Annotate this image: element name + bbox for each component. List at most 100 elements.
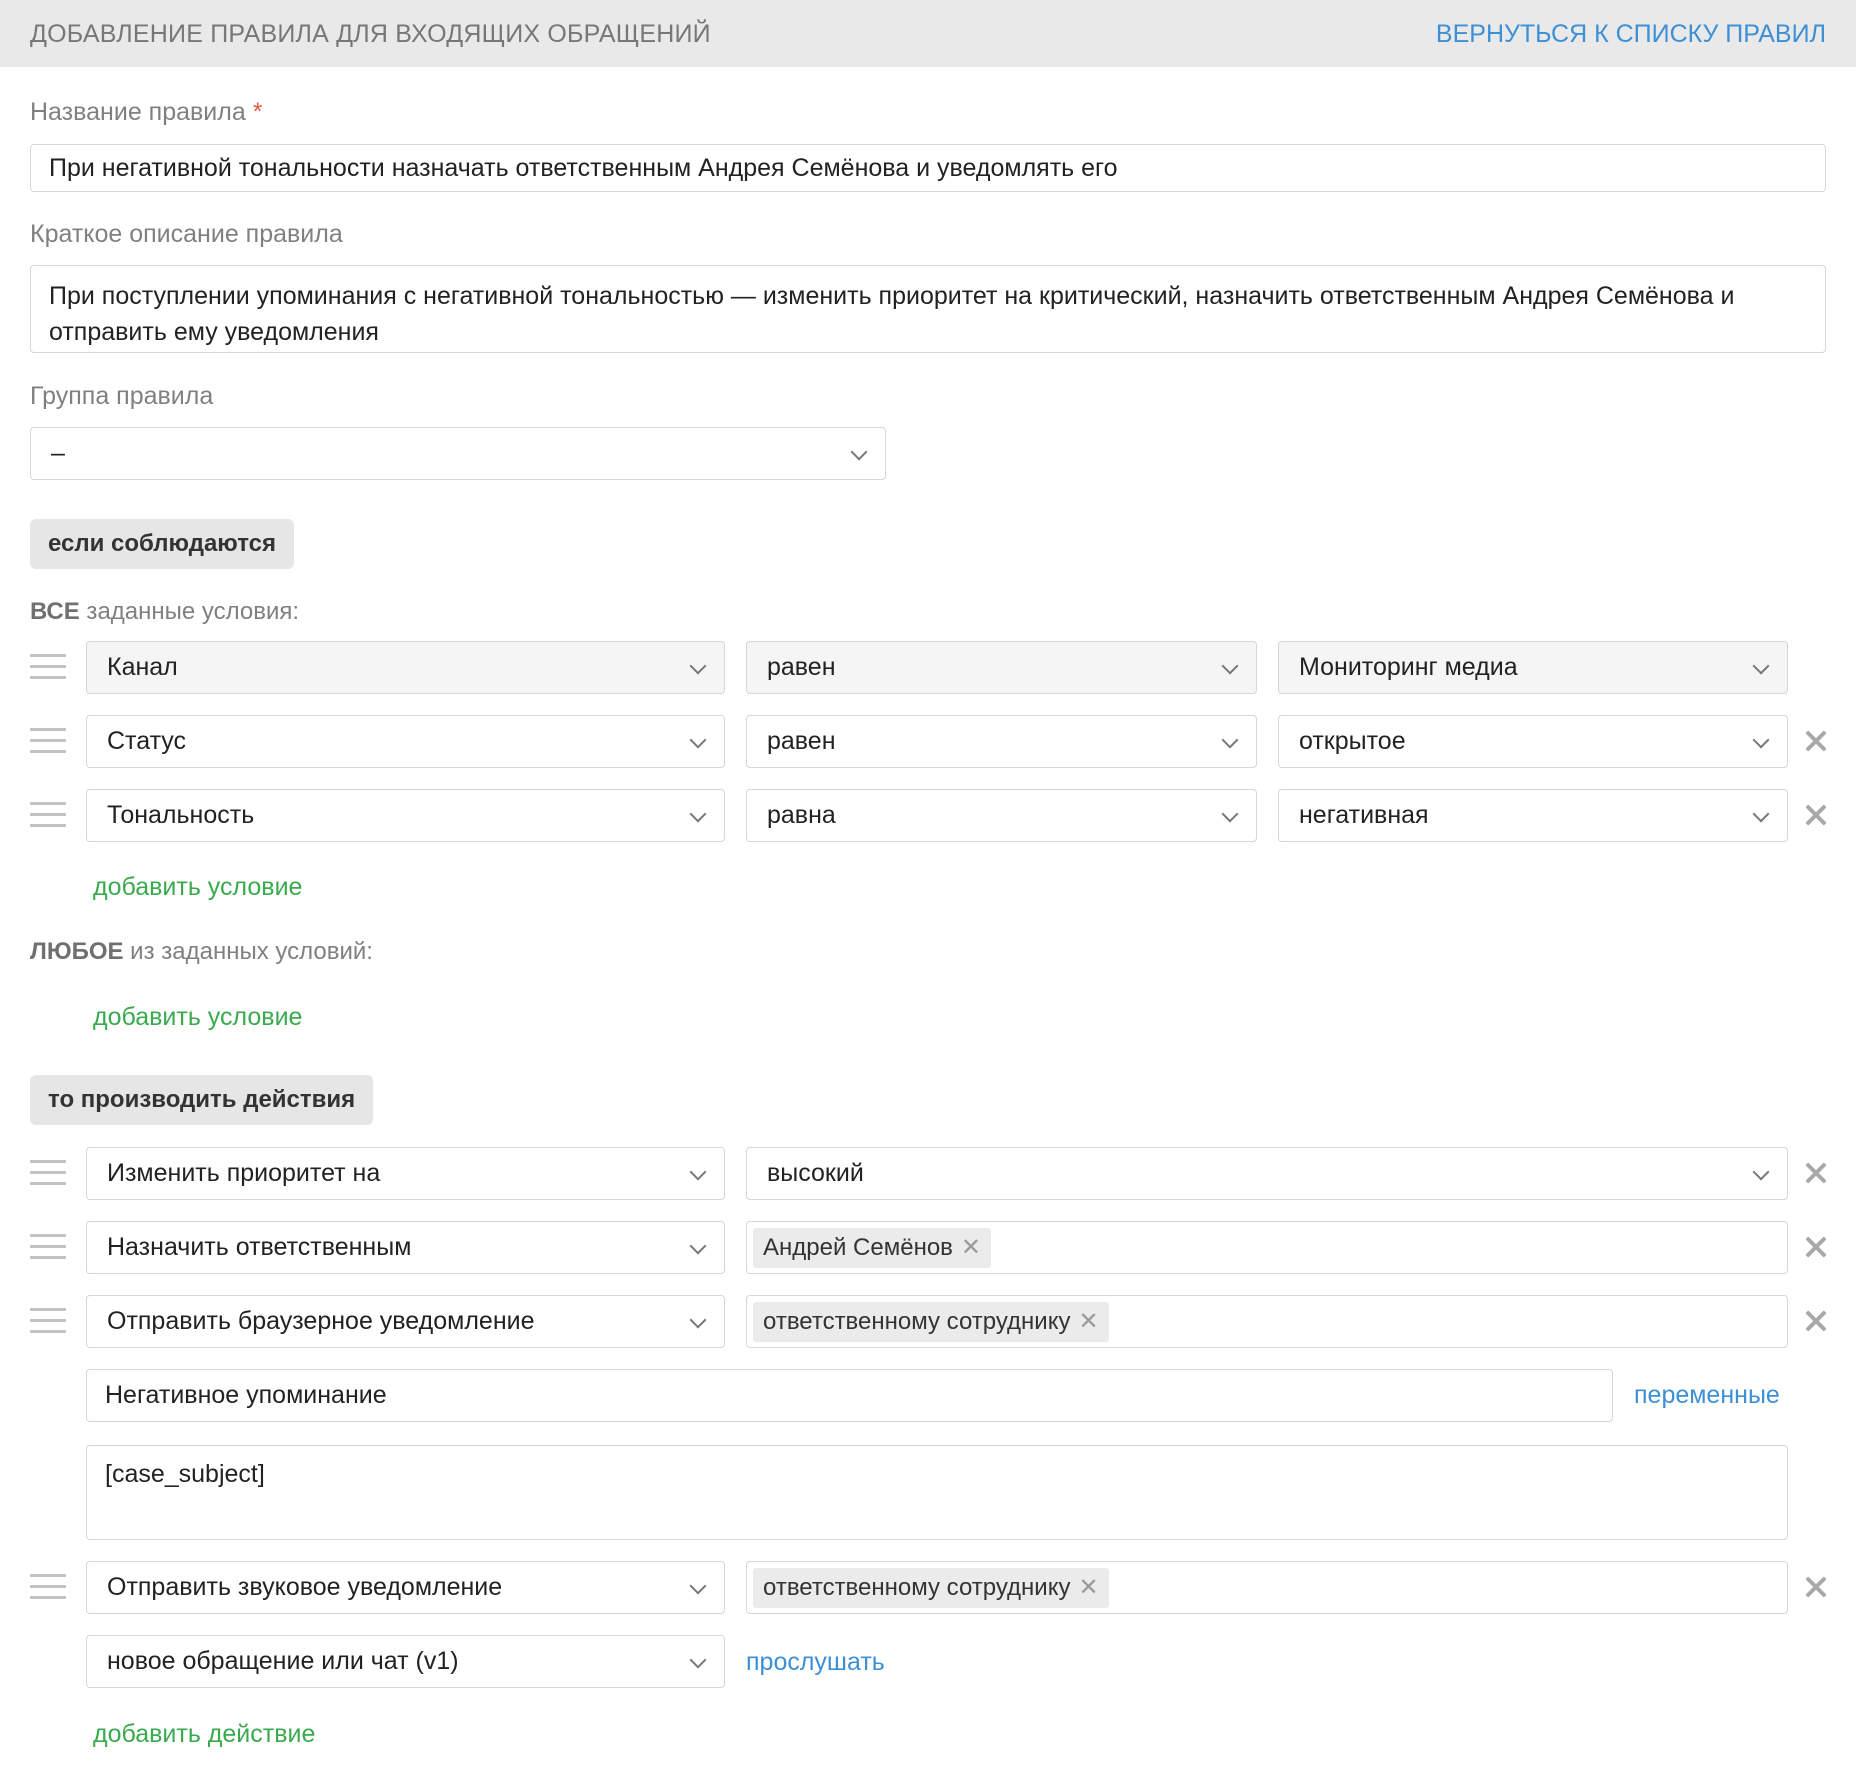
chevron-down-icon [1752, 805, 1770, 822]
rule-group-select[interactable]: – [30, 427, 886, 480]
browser-notify-recipients-input[interactable]: ответственному сотруднику ✕ [746, 1295, 1788, 1348]
condition-field-value: Статус [107, 727, 187, 755]
remove-action-icon[interactable] [1803, 1308, 1829, 1334]
chevron-down-icon [689, 1237, 707, 1254]
rule-name-label-text: Название правила [30, 98, 246, 126]
priority-select[interactable]: высокий [746, 1147, 1788, 1200]
listen-link[interactable]: прослушать [746, 1648, 885, 1677]
rule-group-label: Группа правила [30, 382, 214, 410]
action-type-value: Изменить приоритет на [107, 1159, 381, 1187]
chevron-down-icon [1221, 805, 1239, 822]
condition-operator-value: равен [767, 653, 836, 681]
any-conditions-text: из заданных условий: [123, 938, 373, 965]
rule-name-label: Название правила * [30, 98, 262, 127]
condition-value-value: открытое [1299, 727, 1406, 755]
chevron-down-icon [689, 1311, 707, 1328]
chevron-down-icon [689, 657, 707, 674]
condition-field-select[interactable]: Статус [86, 715, 725, 768]
remove-action-icon[interactable] [1803, 1234, 1829, 1260]
action-type-value: Назначить ответственным [107, 1233, 412, 1261]
conditions-section-header: если соблюдаются [30, 519, 294, 569]
remove-tag-icon[interactable]: ✕ [961, 1233, 981, 1262]
back-to-rules-link[interactable]: ВЕРНУТЬСЯ К СПИСКУ ПРАВИЛ [1436, 20, 1826, 49]
recipient-tag-label: ответственному сотруднику [763, 1307, 1071, 1335]
all-keyword: ВСЕ [30, 598, 80, 625]
chevron-down-icon [1221, 731, 1239, 748]
action-type-select[interactable]: Изменить приоритет на [86, 1147, 725, 1200]
drag-handle-icon[interactable] [30, 1308, 66, 1336]
action-type-value: Отправить браузерное уведомление [107, 1307, 535, 1335]
recipient-tag: ответственному сотруднику ✕ [753, 1567, 1109, 1608]
all-conditions-text: заданные условия: [79, 598, 300, 625]
chevron-down-icon [689, 1651, 707, 1668]
priority-value: высокий [767, 1159, 864, 1187]
rule-description-label: Краткое описание правила [30, 220, 343, 248]
remove-condition-icon[interactable] [1803, 802, 1829, 828]
recipient-tag-label: ответственному сотруднику [763, 1573, 1071, 1601]
chevron-down-icon [1752, 657, 1770, 674]
rule-editor-page: ДОБАВЛЕНИЕ ПРАВИЛА ДЛЯ ВХОДЯЩИХ ОБРАЩЕНИ… [0, 0, 1856, 1780]
variables-link[interactable]: переменные [1634, 1381, 1780, 1410]
sound-select[interactable]: новое обращение или чат (v1) [86, 1635, 725, 1688]
remove-action-icon[interactable] [1803, 1160, 1829, 1186]
condition-value-value: негативная [1299, 801, 1429, 829]
action-type-select[interactable]: Отправить звуковое уведомление [86, 1561, 725, 1614]
any-keyword: ЛЮБОЕ [30, 938, 124, 965]
action-type-value: Отправить звуковое уведомление [107, 1573, 503, 1601]
sound-value: новое обращение или чат (v1) [107, 1647, 459, 1675]
recipient-tag: ответственному сотруднику ✕ [753, 1301, 1109, 1342]
action-type-select[interactable]: Отправить браузерное уведомление [86, 1295, 725, 1348]
condition-value-value: Мониторинг медиа [1299, 653, 1518, 681]
drag-handle-icon[interactable] [30, 1160, 66, 1188]
chevron-down-icon [1221, 657, 1239, 674]
chevron-down-icon [689, 1577, 707, 1594]
assignee-tag: Андрей Семёнов ✕ [753, 1227, 992, 1268]
all-conditions-label: ВСЕ заданные условия: [30, 598, 299, 626]
condition-operator-select[interactable]: равна [746, 789, 1257, 842]
remove-tag-icon[interactable]: ✕ [1078, 1307, 1098, 1336]
drag-handle-icon[interactable] [30, 1234, 66, 1262]
remove-action-icon[interactable] [1803, 1574, 1829, 1600]
notification-title-value: Негативное упоминание [105, 1381, 387, 1409]
drag-handle-icon[interactable] [30, 728, 66, 756]
drag-handle-icon[interactable] [30, 802, 66, 830]
any-conditions-label: ЛЮБОЕ из заданных условий: [30, 938, 373, 966]
condition-operator-value: равна [767, 801, 836, 829]
rule-group-value: – [51, 439, 65, 467]
condition-field-select[interactable]: Канал [86, 641, 725, 694]
sound-notify-recipients-input[interactable]: ответственному сотруднику ✕ [746, 1561, 1788, 1614]
required-marker: * [252, 98, 263, 126]
condition-value-select[interactable]: Мониторинг медиа [1278, 641, 1788, 694]
rule-description-value: При поступлении упоминания с негативной … [49, 282, 1735, 346]
condition-operator-select[interactable]: равен [746, 715, 1257, 768]
chevron-down-icon [850, 443, 868, 460]
condition-operator-select[interactable]: равен [746, 641, 1257, 694]
assignee-tag-label: Андрей Семёнов [763, 1233, 953, 1261]
chevron-down-icon [689, 1163, 707, 1180]
remove-tag-icon[interactable]: ✕ [1078, 1573, 1098, 1602]
remove-condition-icon[interactable] [1803, 728, 1829, 754]
notification-body-value: [case_subject] [105, 1460, 265, 1488]
page-header: ДОБАВЛЕНИЕ ПРАВИЛА ДЛЯ ВХОДЯЩИХ ОБРАЩЕНИ… [0, 0, 1856, 67]
rule-description-textarea[interactable]: При поступлении упоминания с негативной … [30, 265, 1826, 353]
chevron-down-icon [1752, 1163, 1770, 1180]
notification-body-textarea[interactable]: [case_subject] [86, 1445, 1788, 1540]
action-type-select[interactable]: Назначить ответственным [86, 1221, 725, 1274]
rule-name-value: При негативной тональности назначать отв… [49, 153, 1118, 182]
assignee-tags-input[interactable]: Андрей Семёнов ✕ [746, 1221, 1788, 1274]
drag-handle-icon[interactable] [30, 1574, 66, 1602]
condition-field-select[interactable]: Тональность [86, 789, 725, 842]
drag-handle-icon[interactable] [30, 654, 66, 682]
add-condition-any-link[interactable]: добавить условие [93, 1003, 302, 1032]
condition-field-value: Канал [107, 653, 178, 681]
add-action-link[interactable]: добавить действие [93, 1720, 315, 1749]
rule-name-input[interactable]: При негативной тональности назначать отв… [30, 144, 1826, 192]
condition-value-select[interactable]: открытое [1278, 715, 1788, 768]
chevron-down-icon [689, 731, 707, 748]
condition-field-value: Тональность [107, 801, 255, 829]
condition-value-select[interactable]: негативная [1278, 789, 1788, 842]
actions-section-header: то производить действия [30, 1075, 374, 1125]
page-title: ДОБАВЛЕНИЕ ПРАВИЛА ДЛЯ ВХОДЯЩИХ ОБРАЩЕНИ… [30, 20, 711, 48]
notification-title-input[interactable]: Негативное упоминание [86, 1369, 1613, 1422]
add-condition-all-link[interactable]: добавить условие [93, 873, 302, 902]
